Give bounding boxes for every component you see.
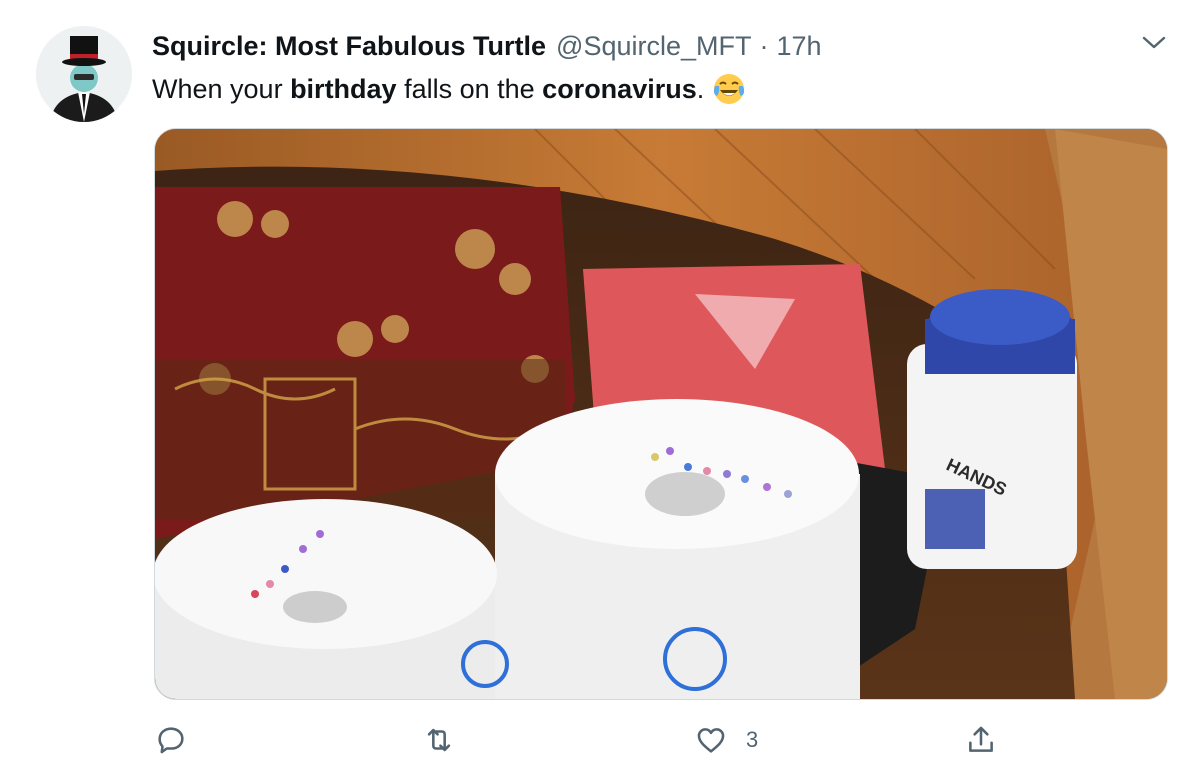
reply-icon bbox=[158, 727, 184, 754]
tweet-header: Squircle: Most Fabulous Turtle @Squircle… bbox=[152, 28, 822, 64]
photo-illustration: HANDS bbox=[155, 129, 1167, 699]
tweet-text: When your birthday falls on the coronavi… bbox=[152, 70, 746, 108]
more-options-button[interactable] bbox=[1138, 30, 1170, 56]
avatar[interactable] bbox=[36, 26, 132, 122]
tweet-text-part2: falls on the bbox=[396, 73, 543, 104]
tweet: Squircle: Most Fabulous Turtle @Squircle… bbox=[0, 0, 1200, 784]
avatar-illustration bbox=[36, 26, 132, 122]
user-handle[interactable]: @Squircle_MFT bbox=[556, 31, 751, 62]
retweet-icon bbox=[427, 728, 451, 752]
timestamp[interactable]: 17h bbox=[776, 31, 821, 62]
tweet-text-bold2: coronavirus bbox=[542, 73, 697, 104]
heart-icon bbox=[697, 728, 725, 753]
tweet-actions: 3 bbox=[154, 718, 1166, 762]
tweet-text-bold1: birthday bbox=[290, 73, 397, 104]
separator-dot: · bbox=[759, 30, 769, 61]
retweet-button[interactable] bbox=[422, 718, 474, 762]
tweet-text-part1: When your bbox=[152, 73, 291, 104]
like-count: 3 bbox=[746, 727, 759, 752]
display-name[interactable]: Squircle: Most Fabulous Turtle bbox=[152, 31, 546, 62]
tweet-text-part3: . bbox=[696, 73, 705, 104]
share-button[interactable] bbox=[964, 718, 1016, 762]
like-button[interactable]: 3 bbox=[694, 718, 758, 762]
tweet-photo[interactable]: HANDS bbox=[154, 128, 1168, 700]
chevron-down-icon bbox=[1142, 36, 1166, 49]
reply-button[interactable] bbox=[154, 718, 206, 762]
face-with-tears-of-joy-icon bbox=[712, 72, 746, 106]
share-icon bbox=[969, 726, 993, 752]
